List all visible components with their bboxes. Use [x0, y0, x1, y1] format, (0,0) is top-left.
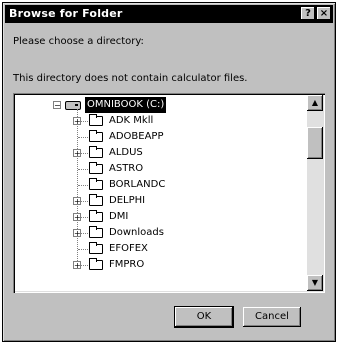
- folder-tree-viewport: OMNIBOOK (C:) − + ADK Mkll ADOBEAPP + ALDUS A…: [15, 95, 307, 291]
- ok-button[interactable]: OK: [174, 306, 234, 328]
- tree-folder-label: ALDUS: [109, 147, 143, 158]
- collapse-root-icon[interactable]: −: [53, 101, 61, 110]
- folder-icon: [89, 130, 103, 142]
- tree-branch-line: [78, 169, 88, 170]
- cancel-button[interactable]: Cancel: [243, 307, 301, 327]
- window-title: Browse for Folder: [9, 7, 123, 20]
- expand-icon[interactable]: +: [73, 117, 81, 126]
- folder-tree[interactable]: OMNIBOOK (C:) − + ADK Mkll ADOBEAPP + ALDUS A…: [13, 93, 325, 293]
- vertical-scrollbar[interactable]: ▲ ▼: [307, 95, 323, 291]
- scroll-up-button[interactable]: ▲: [307, 95, 323, 111]
- tree-branch-line: [78, 185, 88, 186]
- tree-root-label: OMNIBOOK (C:): [85, 97, 167, 113]
- close-button[interactable]: ×: [317, 7, 331, 20]
- tree-folder-label: DMI: [109, 211, 129, 222]
- expand-icon[interactable]: +: [73, 213, 81, 222]
- tree-folder-label: Downloads: [109, 227, 164, 238]
- tree-branch-line: [78, 249, 88, 250]
- folder-icon: [89, 210, 103, 222]
- scroll-thumb[interactable]: [307, 126, 323, 159]
- scroll-down-button[interactable]: ▼: [307, 275, 323, 291]
- tree-folder-label: BORLANDC: [109, 179, 166, 190]
- expand-icon[interactable]: +: [73, 261, 81, 270]
- expand-icon[interactable]: +: [73, 197, 81, 206]
- message-label: This directory does not contain calculat…: [13, 73, 248, 84]
- prompt-label: Please choose a directory:: [13, 36, 144, 47]
- tree-folder-label: DELPHI: [109, 195, 146, 206]
- tree-folder-label: ASTRO: [109, 163, 144, 174]
- folder-icon: [89, 258, 103, 270]
- help-button[interactable]: ?: [301, 7, 315, 20]
- folder-icon: [89, 178, 103, 190]
- tree-folder-label: FMPRO: [109, 259, 145, 270]
- title-bar: Browse for Folder ? ×: [5, 5, 333, 23]
- tree-branch-line: [78, 137, 88, 138]
- tree-folder-label: ADK Mkll: [109, 115, 154, 126]
- folder-icon: [89, 146, 103, 158]
- tree-folder-label: ADOBEAPP: [109, 131, 164, 142]
- browse-for-folder-dialog: Browse for Folder ? × Please choose a di…: [2, 2, 336, 342]
- expand-icon[interactable]: +: [73, 229, 81, 238]
- folder-icon: [89, 226, 103, 238]
- tree-connector-line: [77, 109, 78, 265]
- folder-icon: [89, 194, 103, 206]
- folder-icon: [89, 162, 103, 174]
- expand-icon[interactable]: +: [73, 149, 81, 158]
- folder-icon: [89, 242, 103, 254]
- folder-icon: [89, 114, 103, 126]
- drive-icon: [65, 101, 81, 110]
- tree-folder-label: EFOFEX: [109, 243, 148, 254]
